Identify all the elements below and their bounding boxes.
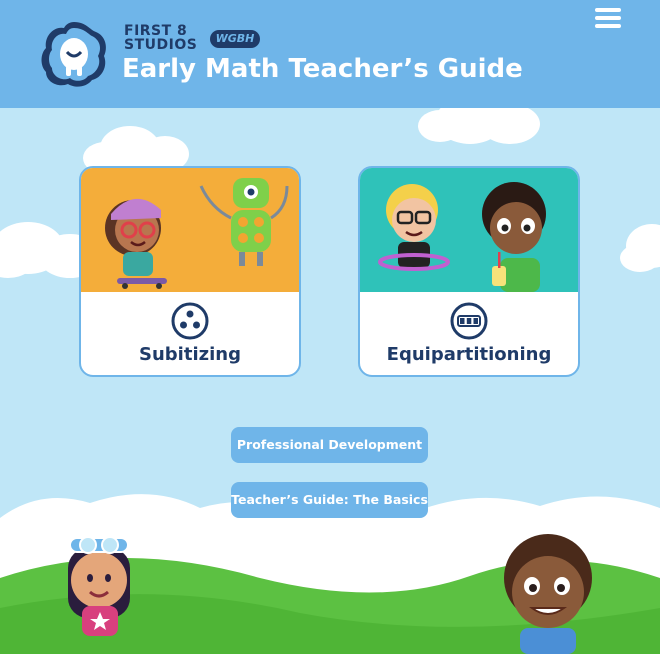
equipartitioning-label: Equipartitioning xyxy=(386,344,552,365)
menu-bar-middle xyxy=(595,16,621,20)
cloud-right xyxy=(620,224,660,272)
subitizing-card[interactable]: Subitizing xyxy=(79,166,301,377)
subitizing-illustration xyxy=(81,168,299,292)
app-header: FIRST 8 STUDIOS WGBH Early Math Teacher’… xyxy=(0,0,660,108)
studio-line-1: FIRST 8 xyxy=(124,23,188,39)
three-squares-icon xyxy=(450,302,488,340)
first8-logo-icon[interactable] xyxy=(38,18,110,90)
wgbh-logo: WGBH xyxy=(210,30,260,48)
menu-bar-top xyxy=(595,8,621,12)
professional-development-button[interactable]: Professional Development xyxy=(231,427,428,463)
cloud-top-right xyxy=(418,108,540,144)
three-dots-icon xyxy=(171,302,209,340)
hamburger-menu-icon[interactable] xyxy=(595,8,621,28)
studio-line-2: STUDIOS xyxy=(124,37,198,53)
studio-name: FIRST 8 STUDIOS xyxy=(124,24,197,52)
equipartitioning-illustration xyxy=(360,168,578,292)
teachers-guide-basics-button[interactable]: Teacher’s Guide: The Basics xyxy=(231,482,428,518)
equipartitioning-card[interactable]: Equipartitioning xyxy=(358,166,580,377)
menu-bar-bottom xyxy=(595,24,621,28)
page-title: Early Math Teacher’s Guide xyxy=(122,54,523,84)
subitizing-label: Subitizing xyxy=(139,344,241,365)
